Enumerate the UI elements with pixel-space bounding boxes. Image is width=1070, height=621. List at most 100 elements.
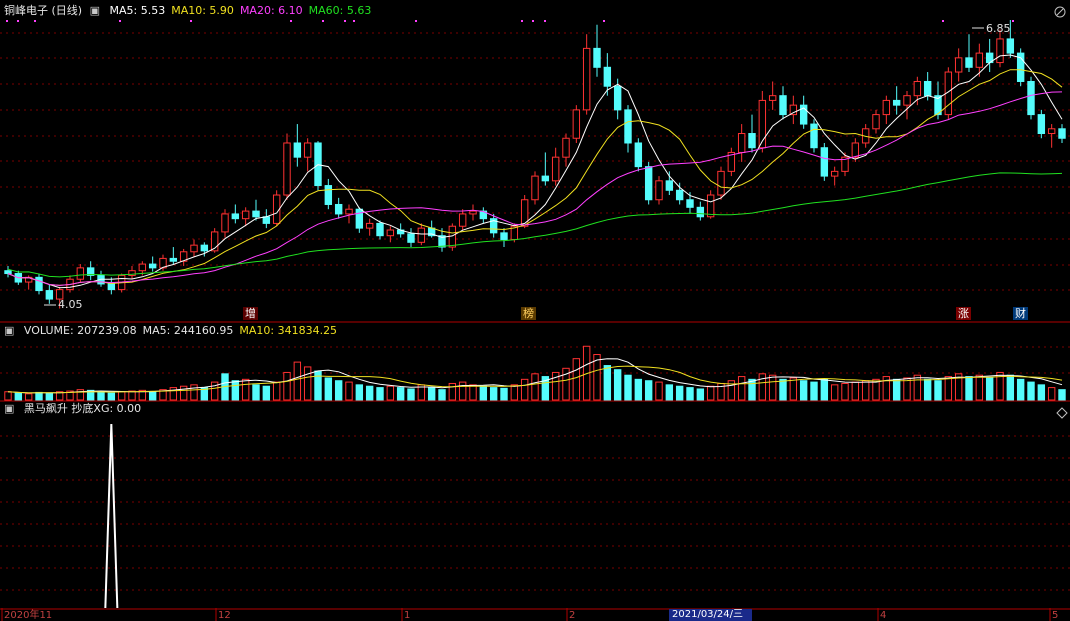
candle-body: [975, 52, 984, 68]
top-dot-5: [290, 20, 292, 22]
volume-bar: [531, 373, 539, 401]
volume-bar: [231, 380, 240, 401]
candle-body: [334, 203, 343, 215]
top-dot-2: [34, 20, 36, 22]
volume-bar: [934, 380, 942, 401]
volume-bar: [45, 392, 54, 401]
candle-body: [35, 276, 43, 292]
candle-body: [138, 263, 147, 272]
time-axis-label-0: 2020年11: [4, 610, 53, 621]
event-marker-0[interactable]: 增: [243, 307, 258, 320]
candle-body: [4, 270, 12, 275]
candle-body: [923, 80, 932, 97]
volume-label-0: VOLUME: 207239.08: [23, 324, 137, 337]
ma-label-2: MA20: 6.10: [239, 4, 303, 17]
candle-body: [531, 175, 539, 201]
candle-body: [675, 189, 684, 201]
volume-bar: [438, 389, 446, 401]
candle-body: [500, 232, 508, 240]
candle-body: [303, 142, 312, 158]
collapse-icon[interactable]: ▣: [4, 402, 14, 415]
time-axis-label-3: 2: [569, 610, 576, 621]
top-dot-3: [119, 20, 121, 22]
candle-body: [200, 244, 209, 252]
volume-bar: [965, 376, 973, 401]
indicator-header: ▣ 黑马飙升 抄底XG: 0.00: [4, 402, 147, 416]
candle-body: [748, 133, 756, 149]
candle-body: [582, 47, 591, 111]
volume-bar: [376, 387, 384, 401]
top-dot-1: [17, 20, 19, 22]
volume-bar: [644, 380, 653, 401]
candle-body: [1027, 80, 1035, 116]
volume-bar: [603, 365, 612, 401]
candle-body: [892, 99, 901, 106]
volume-bar: [665, 384, 674, 401]
volume-bar: [634, 378, 643, 401]
candle-body: [965, 57, 973, 68]
candle-body: [820, 147, 829, 177]
volume-bar: [252, 384, 260, 401]
event-marker-3[interactable]: 财: [1013, 307, 1028, 320]
candle-body: [520, 199, 529, 227]
candle-body: [469, 210, 477, 215]
candle-body: [551, 156, 560, 182]
candle-body: [386, 229, 395, 237]
volume-bar: [345, 381, 353, 401]
volume-bar: [923, 378, 932, 401]
candle-body: [634, 142, 643, 168]
candle-body: [717, 170, 725, 196]
chart-window[interactable]: 铜峰电子 (日线) ▣ MA5: 5.53 MA10: 5.90 MA20: 6.1…: [0, 0, 1070, 621]
volume-bar: [107, 392, 116, 401]
candle-body: [830, 170, 839, 177]
volume-bar: [386, 385, 395, 401]
window-close-icon[interactable]: [1054, 3, 1066, 18]
candle-body: [252, 210, 260, 218]
high-price-value: 6.85: [986, 22, 1011, 35]
top-dot-14: [942, 20, 944, 22]
candle-body: [221, 213, 229, 233]
volume-bar: [355, 384, 364, 401]
volume-bar: [427, 387, 436, 401]
candle-body: [810, 123, 818, 149]
volume-header: ▣ VOLUME: 207239.08 MA5: 244160.95 MA10: 3…: [4, 324, 349, 338]
ma-label-0: MA5: 5.53: [109, 4, 166, 17]
collapse-icon[interactable]: ▣: [4, 324, 14, 337]
volume-bar: [861, 380, 870, 401]
top-dot-4: [190, 20, 192, 22]
candle-body: [706, 194, 715, 218]
candle-body: [148, 263, 157, 269]
candle-body: [613, 85, 622, 111]
volume-bar: [458, 381, 467, 401]
candle-body: [655, 180, 663, 201]
volume-bar: [283, 371, 291, 401]
volume-bar: [1058, 389, 1066, 401]
stock-title: 铜峰电子 (日线): [4, 4, 83, 17]
event-marker-1[interactable]: 榜: [521, 307, 536, 320]
price-header: 铜峰电子 (日线) ▣ MA5: 5.53 MA10: 5.90 MA20: 6.1…: [4, 4, 383, 18]
candle-body: [107, 283, 116, 291]
candle-body: [903, 95, 911, 106]
volume-bar: [35, 391, 43, 401]
volume-bar: [799, 380, 808, 401]
candle-body: [324, 185, 333, 205]
event-marker-2[interactable]: 涨: [956, 307, 971, 320]
top-dot-7: [344, 20, 346, 22]
volume-bar: [737, 376, 746, 401]
dropdown-icon[interactable]: ▣: [90, 4, 100, 17]
volume-bar: [365, 385, 374, 401]
volume-bar: [913, 374, 922, 401]
volume-bar: [293, 361, 302, 401]
candle-body: [779, 95, 787, 116]
top-dot-10: [521, 20, 523, 22]
volume-label-1: MA5: 244160.95: [142, 324, 234, 337]
maximize-icon[interactable]: [1056, 404, 1068, 419]
high-price-label: 6.85: [986, 22, 1017, 36]
volume-bar: [748, 378, 756, 401]
candle-body: [45, 290, 54, 300]
volume-bar: [655, 381, 663, 401]
candle-body: [954, 57, 963, 73]
volume-bar: [4, 391, 12, 401]
volume-bar: [303, 366, 312, 401]
volume-bar: [272, 381, 281, 401]
